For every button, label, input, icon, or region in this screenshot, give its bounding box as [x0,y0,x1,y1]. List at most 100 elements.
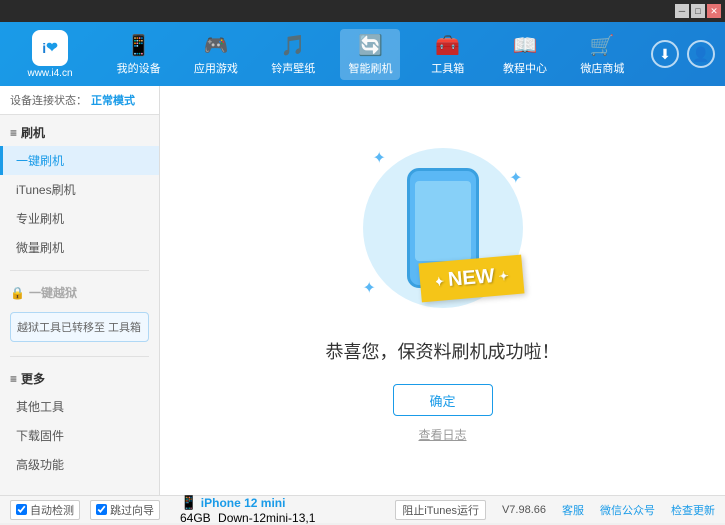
sidebar-section-more: ≡ 更多 其他工具 下载固件 高级功能 [0,361,159,483]
skip-wizard-label: 跳过向导 [110,502,154,518]
sidebar-item-advanced[interactable]: 高级功能 [0,450,159,479]
itunes-stop-button[interactable]: 阻止iTunes运行 [395,500,486,520]
minimize-button[interactable]: ─ [675,4,689,18]
new-ribbon: ✦ NEW ✦ [420,259,523,298]
flash-section-label: 刷机 [21,124,45,141]
goto-log-link[interactable]: 查看日志 [418,426,466,443]
phone-screen [415,181,471,261]
lock-icon: 🔒 [10,286,25,300]
download-button[interactable]: ⬇ [651,40,679,68]
support-link[interactable]: 客服 [562,502,584,518]
auto-connect-input[interactable] [16,504,27,515]
logo[interactable]: i❤ www.i4.cn [10,30,90,79]
more-section-label: 更多 [21,370,45,387]
illustration: ✦ ✦ ✦ ✦ NEW ✦ [353,138,533,318]
sidebar: 设备连接状态： 正常模式 ≡ 刷机 一键刷机 iTunes刷机 专业刷机 微量刷… [0,86,160,495]
divider-1 [10,270,149,271]
update-link[interactable]: 检查更新 [671,502,715,518]
confirm-button[interactable]: 确定 [393,384,493,416]
nav-tutorial-icon: 📖 [513,33,538,58]
logo-icon: i❤ [32,30,68,66]
sidebar-item-other-tools[interactable]: 其他工具 [0,392,159,421]
device-name: iPhone 12 mini [201,496,286,510]
wechat-link[interactable]: 微信公众号 [600,502,655,518]
status-value: 正常模式 [91,92,135,108]
nav-tutorial-label: 教程中心 [503,60,547,76]
more-section-icon: ≡ [10,372,17,386]
nav-my-device-icon: 📱 [126,33,151,58]
nav-apps-games-label: 应用游戏 [194,60,238,76]
window-controls: ─ □ ✕ [675,4,721,18]
nav-bar: 📱 我的设备 🎮 应用游戏 🎵 铃声壁纸 🔄 智能刷机 🧰 工具箱 📖 教程中心… [100,29,641,80]
connection-status: 设备连接状态： 正常模式 [0,86,159,115]
nav-weidian-icon: 🛒 [590,33,615,58]
sparkle-2: ✦ [509,168,522,188]
sidebar-item-nosave-flash[interactable]: 微量刷机 [0,233,159,262]
flash-section-icon: ≡ [10,126,17,140]
sidebar-item-pro-flash[interactable]: 专业刷机 [0,204,159,233]
sidebar-section-jailbreak: 🔒 一键越狱 越狱工具已转移至 工具箱 [0,275,159,352]
jailbreak-section-label: 一键越狱 [29,284,77,301]
sidebar-item-itunes-flash[interactable]: iTunes刷机 [0,175,159,204]
nav-tutorial[interactable]: 📖 教程中心 [495,29,555,80]
nav-weidian[interactable]: 🛒 微店商城 [572,29,632,80]
advanced-label: 高级功能 [16,458,64,472]
nav-my-device-label: 我的设备 [117,60,161,76]
bottom-bar: 自动检测 跳过向导 📱 iPhone 12 mini 64GB Down-12m… [0,495,725,523]
pro-flash-label: 专业刷机 [16,212,64,226]
itunes-stop-label: 阻止iTunes运行 [402,502,479,518]
jailbreak-section-header: 🔒 一键越狱 [0,279,159,306]
nav-smart-flash[interactable]: 🔄 智能刷机 [340,29,400,80]
status-label: 设备连接状态： [10,92,87,108]
bottom-left: 自动检测 跳过向导 📱 iPhone 12 mini 64GB Down-12m… [10,494,395,525]
nav-weidian-label: 微店商城 [580,60,624,76]
nav-ringtones[interactable]: 🎵 铃声壁纸 [263,29,323,80]
header: i❤ www.i4.cn 📱 我的设备 🎮 应用游戏 🎵 铃声壁纸 🔄 智能刷机… [0,22,725,86]
device-info: 📱 iPhone 12 mini 64GB Down-12mini-13,1 [180,494,315,525]
other-tools-label: 其他工具 [16,400,64,414]
device-phone-icon: 📱 [180,494,197,510]
auto-connect-checkbox[interactable]: 自动检测 [10,500,80,520]
close-button[interactable]: ✕ [707,4,721,18]
ribbon-star-right: ✦ [498,268,509,283]
nav-ringtones-label: 铃声壁纸 [271,60,315,76]
auto-connect-label: 自动检测 [30,502,74,518]
sparkle-1: ✦ [373,148,386,168]
nav-toolbox[interactable]: 🧰 工具箱 [418,29,478,80]
download-fw-label: 下载固件 [16,429,64,443]
logo-url: www.i4.cn [27,68,72,79]
jailbreak-notice-text: 越狱工具已转移至 工具箱 [17,322,141,334]
sidebar-item-download-fw[interactable]: 下载固件 [0,421,159,450]
nav-ringtones-icon: 🎵 [281,33,306,58]
content-area: ✦ ✦ ✦ ✦ NEW ✦ 恭喜您，保资料刷机成功啦！ 确定 查看日志 [160,86,725,495]
ribbon-label: NEW [447,265,495,292]
main-area: 设备连接状态： 正常模式 ≡ 刷机 一键刷机 iTunes刷机 专业刷机 微量刷… [0,86,725,495]
title-bar: ─ □ ✕ [0,0,725,22]
ribbon-star-left: ✦ [433,274,444,289]
user-button[interactable]: 👤 [687,40,715,68]
success-message: 恭喜您，保资料刷机成功啦！ [326,338,560,364]
nav-apps-games[interactable]: 🎮 应用游戏 [186,29,246,80]
nav-toolbox-icon: 🧰 [435,33,460,58]
skip-wizard-checkbox[interactable]: 跳过向导 [90,500,160,520]
ribbon-text: ✦ NEW ✦ [418,255,524,303]
nav-smart-flash-label: 智能刷机 [348,60,392,76]
version-label: V7.98.66 [502,504,546,516]
divider-2 [10,356,149,357]
nav-my-device[interactable]: 📱 我的设备 [109,29,169,80]
sidebar-section-flash: ≡ 刷机 一键刷机 iTunes刷机 专业刷机 微量刷机 [0,115,159,266]
maximize-button[interactable]: □ [691,4,705,18]
sparkle-3: ✦ [363,278,376,298]
header-right: ⬇ 👤 [651,40,715,68]
onekey-flash-label: 一键刷机 [16,154,64,168]
nav-apps-games-icon: 🎮 [203,33,228,58]
itunes-flash-label: iTunes刷机 [16,183,76,197]
more-section-header: ≡ 更多 [0,365,159,392]
sidebar-item-onekey-flash[interactable]: 一键刷机 [0,146,159,175]
phone-illustration: ✦ ✦ ✦ ✦ NEW ✦ [353,138,533,318]
skip-wizard-input[interactable] [96,504,107,515]
nav-toolbox-label: 工具箱 [431,60,464,76]
jailbreak-notice: 越狱工具已转移至 工具箱 [10,312,149,342]
flash-section-header: ≡ 刷机 [0,119,159,146]
nosave-flash-label: 微量刷机 [16,241,64,255]
